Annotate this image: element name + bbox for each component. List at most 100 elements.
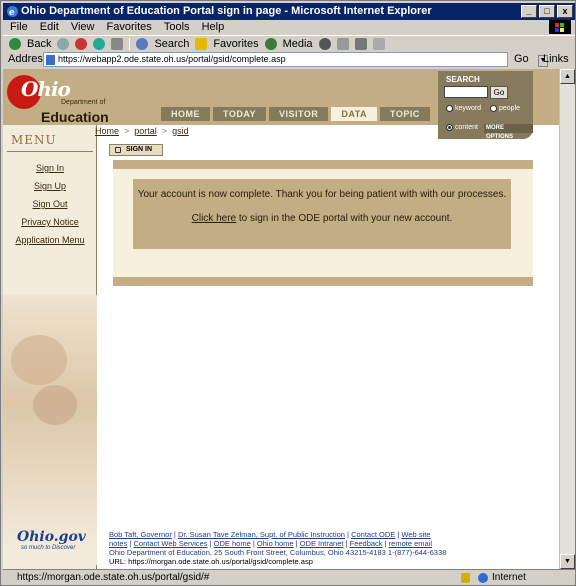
radio-keyword[interactable]: keyword — [446, 105, 481, 112]
completion-message: Your account is now complete. Thank you … — [137, 189, 507, 200]
radio-people-label: people — [499, 105, 521, 112]
stop-icon[interactable] — [75, 37, 88, 50]
ie-icon: e — [6, 5, 19, 18]
ohio-gov-logo[interactable]: Ohio.gov so much to Discover — [17, 529, 87, 565]
more-options-button[interactable]: MORE OPTIONS — [484, 124, 533, 140]
sidebar-item-application-menu[interactable]: Application Menu — [3, 235, 97, 245]
ohio-gov-text: Ohio.gov — [17, 529, 86, 545]
home-icon[interactable] — [111, 37, 124, 50]
menu-file[interactable]: File — [10, 21, 28, 33]
go-button[interactable]: Go — [514, 51, 529, 68]
favorites-button[interactable]: Favorites — [213, 36, 258, 52]
ohio-gov-tagline: so much to Discover — [21, 545, 76, 551]
minimize-button[interactable]: _ — [521, 5, 537, 18]
toolbar-separator — [129, 37, 131, 50]
media-button[interactable]: Media — [283, 36, 313, 52]
search-icon[interactable] — [136, 37, 149, 50]
logo-education-text: Education — [41, 109, 109, 125]
refresh-icon[interactable] — [93, 37, 106, 50]
back-arrow-icon[interactable] — [9, 37, 21, 50]
tab-today[interactable]: TODAY — [213, 107, 267, 121]
address-url: https://webapp2.ode.state.oh.us/portal/g… — [58, 54, 286, 64]
breadcrumb-gsid[interactable]: gsid — [172, 126, 189, 136]
footer-link-notes[interactable]: notes — [109, 539, 127, 548]
sign-in-tab[interactable]: SIGN IN — [109, 144, 163, 156]
close-button[interactable]: x — [557, 5, 573, 18]
address-bar: Address https://webapp2.ode.state.oh.us/… — [3, 51, 575, 68]
sidebar-item-sign-out[interactable]: Sign Out — [3, 199, 97, 209]
completion-message-box: Your account is now complete. Thank you … — [133, 179, 511, 249]
footer-link-ode-home[interactable]: ODE home — [214, 539, 251, 548]
window-title: Ohio Department of Education Portal sign… — [21, 5, 432, 17]
sidebar-item-sign-up[interactable]: Sign Up — [3, 181, 97, 191]
radio-content-label: content — [455, 124, 478, 131]
links-button[interactable]: Links — [543, 51, 569, 68]
menu-help[interactable]: Help — [202, 21, 225, 33]
mail-icon[interactable] — [336, 37, 349, 50]
menu-bar: File Edit View Favorites Tools Help — [3, 20, 575, 35]
scroll-down-icon[interactable]: ▼ — [560, 554, 575, 569]
ode-logo[interactable]: Ohio Department of Education — [7, 75, 115, 125]
menu-divider — [7, 151, 93, 152]
menu-favorites[interactable]: Favorites — [107, 21, 152, 33]
search-button[interactable]: Search — [154, 36, 189, 52]
breadcrumb-home[interactable]: Home — [95, 126, 119, 136]
site-search-go-button[interactable]: Go — [490, 86, 508, 99]
tab-topic[interactable]: TOPIC — [380, 107, 430, 121]
tab-visitor[interactable]: VISITOR — [269, 107, 329, 121]
footer-link-remote-email[interactable]: remote email — [389, 539, 432, 548]
sidebar-item-privacy-notice[interactable]: Privacy Notice — [3, 217, 97, 227]
footer-link-ohio-home[interactable]: Ohio home — [257, 539, 294, 548]
sign-in-prompt-text: to sign in the ODE portal with your new … — [236, 213, 453, 224]
page-footer: Bob Taft, Governor | Dr. Susan Tave Zelm… — [109, 530, 519, 566]
tab-home[interactable]: HOME — [161, 107, 210, 121]
breadcrumb: Home > portal > gsid — [95, 126, 189, 136]
title-bar: e Ohio Department of Education Portal si… — [3, 3, 575, 20]
footer-link-governor[interactable]: Bob Taft, Governor — [109, 530, 172, 539]
footer-url: URL: https://morgan.ode.state.oh.us/port… — [109, 557, 313, 566]
toolbar: Back Search Favorites Media — [3, 35, 575, 51]
radio-keyword-label: keyword — [455, 105, 482, 112]
address-input[interactable]: https://webapp2.ode.state.oh.us/portal/g… — [43, 52, 548, 67]
footer-link-feedback[interactable]: Feedback — [350, 539, 383, 548]
site-search-input[interactable] — [444, 86, 488, 98]
left-sidebar: MENU Sign In Sign Up Sign Out Privacy No… — [3, 125, 97, 569]
radio-icon[interactable] — [490, 105, 497, 112]
footer-link-web-site-notes[interactable]: Web site — [401, 530, 430, 539]
scroll-up-icon[interactable]: ▲ — [560, 69, 575, 84]
main-content: Your account is now complete. Thank you … — [113, 160, 533, 286]
breadcrumb-portal[interactable]: portal — [134, 126, 157, 136]
radio-people[interactable]: people — [490, 105, 520, 112]
windows-logo-icon — [549, 20, 571, 34]
maximize-button[interactable]: □ — [539, 5, 555, 18]
vertical-scrollbar[interactable]: ▲ ▼ — [559, 69, 575, 569]
history-icon[interactable] — [318, 37, 331, 50]
ssl-lock-icon[interactable] — [461, 573, 470, 583]
menu-view[interactable]: View — [71, 21, 95, 33]
radio-icon[interactable] — [446, 105, 453, 112]
media-icon[interactable] — [264, 37, 277, 50]
footer-link-ode-intranet[interactable]: ODE Intranet — [300, 539, 344, 548]
top-nav-tabs: HOME TODAY VISITOR DATA TOPIC — [161, 107, 430, 121]
site-search-panel: SEARCH Go keyword people content MORE OP… — [438, 71, 533, 140]
favorites-icon[interactable] — [195, 37, 208, 50]
footer-link-contact-ode[interactable]: Contact ODE — [351, 530, 395, 539]
back-button[interactable]: Back — [27, 36, 51, 52]
zone-label: Internet — [492, 572, 526, 583]
page-viewport: Ohio Department of Education HOME TODAY … — [3, 69, 559, 569]
sign-in-tab-label: SIGN IN — [126, 146, 153, 153]
menu-edit[interactable]: Edit — [40, 21, 59, 33]
lock-icon — [115, 147, 121, 153]
footer-link-contact-web-services[interactable]: Contact Web Services — [133, 539, 207, 548]
forward-arrow-icon[interactable] — [57, 37, 70, 50]
menu-tools[interactable]: Tools — [164, 21, 190, 33]
print-icon[interactable] — [354, 37, 367, 50]
radio-selected-icon[interactable] — [446, 124, 453, 131]
click-here-link[interactable]: Click here — [192, 213, 236, 224]
tab-data[interactable]: DATA — [331, 107, 378, 121]
radio-content[interactable]: content — [446, 124, 478, 131]
sidebar-photo — [3, 295, 97, 565]
footer-link-superintendent[interactable]: Dr. Susan Tave Zelman, Supt. of Public I… — [178, 530, 345, 539]
edit-icon[interactable] — [372, 37, 385, 50]
sidebar-item-sign-in[interactable]: Sign In — [3, 163, 97, 173]
